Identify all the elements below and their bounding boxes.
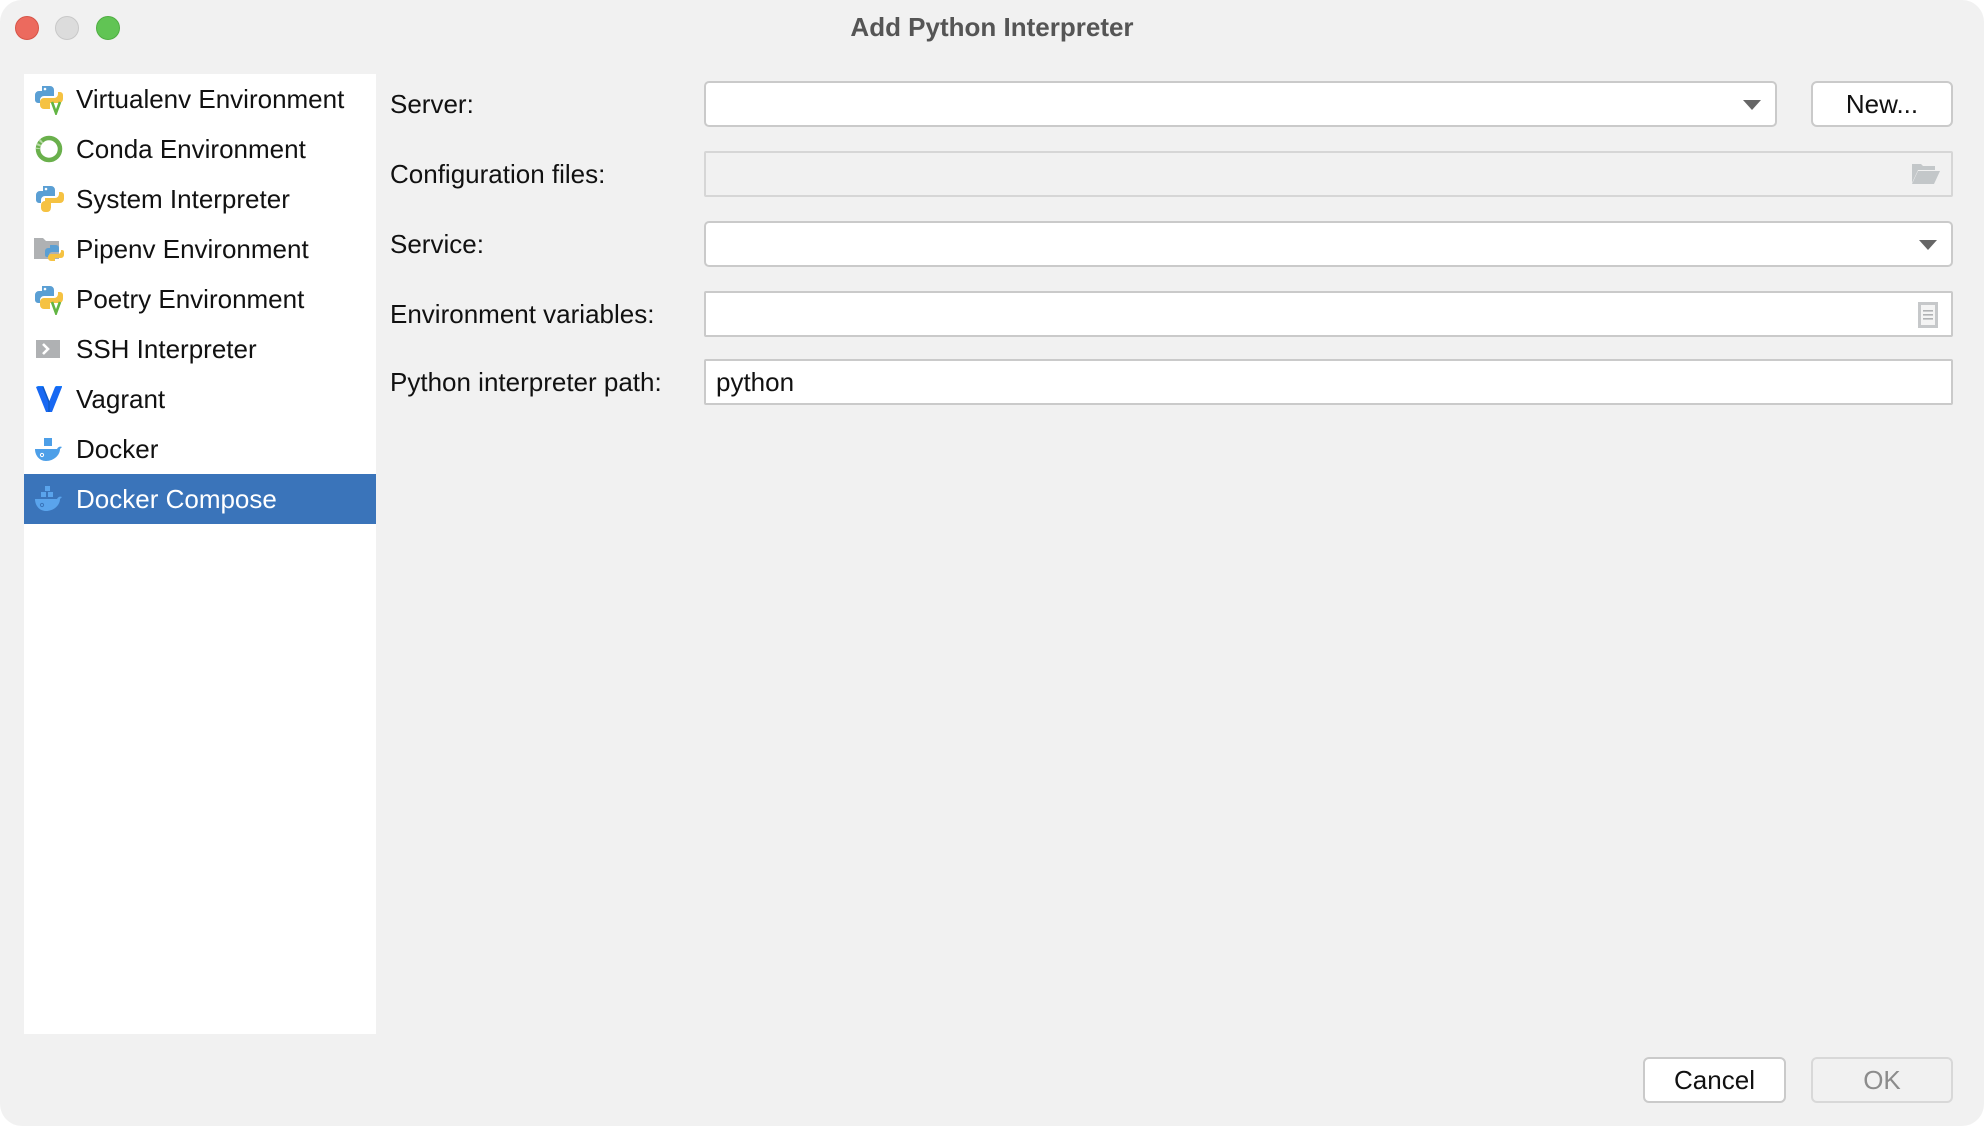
vagrant-icon <box>33 383 65 415</box>
chevron-down-icon[interactable] <box>1919 240 1937 250</box>
configuration-files-field <box>704 151 1953 197</box>
sidebar-item-label: SSH Interpreter <box>76 333 257 364</box>
sidebar-item-pipenv[interactable]: Pipenv Environment <box>24 224 376 274</box>
sidebar-item-label: Virtualenv Environment <box>76 83 345 114</box>
sidebar-item-virtualenv[interactable]: Virtualenv Environment <box>24 74 376 124</box>
sidebar-item-docker[interactable]: Docker <box>24 424 376 474</box>
sidebar-item-system-interpreter[interactable]: System Interpreter <box>24 174 376 224</box>
python-interpreter-path-field[interactable] <box>704 359 1953 405</box>
sidebar-item-ssh-interpreter[interactable]: SSH Interpreter <box>24 324 376 374</box>
configuration-files-label: Configuration files: <box>390 159 606 189</box>
configuration-files-input <box>716 153 1901 195</box>
sidebar-item-label: Docker Compose <box>76 483 277 514</box>
sidebar-item-label: Pipenv Environment <box>76 233 309 264</box>
new-server-button[interactable]: New... <box>1811 81 1953 127</box>
sidebar-item-docker-compose[interactable]: Docker Compose <box>24 474 376 524</box>
environment-variables-field[interactable] <box>704 291 1953 337</box>
folder-open-icon[interactable] <box>1911 161 1941 187</box>
service-dropdown[interactable] <box>704 221 1953 267</box>
interpreter-type-list: Virtualenv Environment Conda Environment <box>24 74 376 1034</box>
environment-variables-input[interactable] <box>716 293 1901 335</box>
chevron-down-icon[interactable] <box>1743 100 1761 110</box>
sidebar-item-vagrant[interactable]: Vagrant <box>24 374 376 424</box>
sidebar-item-label: Conda Environment <box>76 133 306 164</box>
python-virtualenv-icon <box>33 83 65 115</box>
server-label: Server: <box>390 89 474 119</box>
ok-button[interactable]: OK <box>1811 1057 1953 1103</box>
dialog-title: Add Python Interpreter <box>850 12 1134 42</box>
docker-compose-icon <box>33 483 65 515</box>
sidebar-item-label: Poetry Environment <box>76 283 305 314</box>
python-interpreter-path-label: Python interpreter path: <box>390 367 662 397</box>
sidebar-item-conda[interactable]: Conda Environment <box>24 124 376 174</box>
python-poetry-icon <box>33 283 65 315</box>
add-python-interpreter-dialog: Add Python Interpreter Virtualenv Enviro… <box>0 0 1984 1126</box>
sidebar-item-poetry[interactable]: Poetry Environment <box>24 274 376 324</box>
python-icon <box>33 183 65 215</box>
sidebar-item-label: System Interpreter <box>76 183 290 214</box>
sidebar-item-label: Docker <box>76 433 159 464</box>
environment-variables-label: Environment variables: <box>390 299 655 329</box>
cancel-button[interactable]: Cancel <box>1643 1057 1786 1103</box>
service-label: Service: <box>390 229 484 259</box>
ssh-terminal-icon <box>33 333 65 365</box>
server-dropdown[interactable] <box>704 81 1777 127</box>
sidebar-item-label: Vagrant <box>76 383 166 414</box>
python-interpreter-path-input[interactable] <box>716 361 1901 403</box>
conda-icon <box>33 133 65 165</box>
pipenv-icon <box>33 233 65 265</box>
edit-document-icon[interactable] <box>1917 301 1939 328</box>
server-value[interactable] <box>716 83 1725 125</box>
service-value[interactable] <box>716 223 1901 265</box>
docker-icon <box>33 433 65 465</box>
